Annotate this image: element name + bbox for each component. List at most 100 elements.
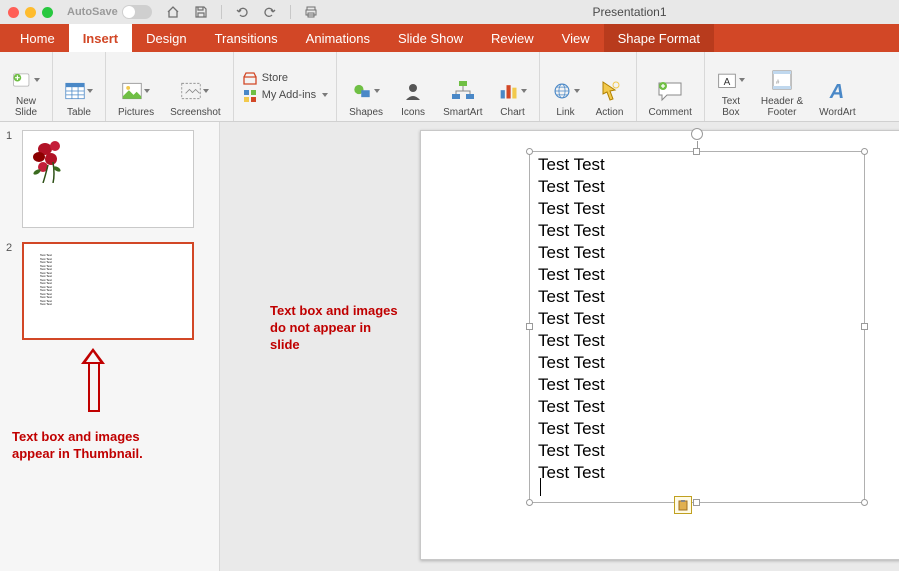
resize-handle-e[interactable] (861, 323, 868, 330)
wordart-label: WordArt (819, 107, 856, 118)
table-icon (65, 77, 93, 105)
text-line[interactable]: Test Test (538, 330, 856, 352)
smartart-button[interactable]: SmartArt (439, 54, 486, 120)
ribbon-group-links: Link Action (540, 52, 637, 121)
ribbon: NewSlide Table Pictures Screenshot Store… (0, 52, 899, 122)
chart-button[interactable]: Chart (495, 54, 531, 120)
tab-review[interactable]: Review (477, 24, 548, 52)
link-label: Link (556, 107, 574, 118)
wordart-icon: A (823, 77, 851, 105)
smartart-icon (449, 77, 477, 105)
text-line[interactable]: Test Test (538, 176, 856, 198)
workspace: 1 2 Test TestTest TestTest TestTest Test… (0, 122, 899, 571)
zoom-window-button[interactable] (42, 7, 53, 18)
paste-options-button[interactable] (674, 496, 692, 514)
selected-textbox[interactable]: Test Test Test Test Test Test Test Test … (529, 151, 865, 503)
comment-icon (656, 77, 684, 105)
text-line[interactable]: Test Test (538, 396, 856, 418)
textbox-button[interactable]: A TextBox (713, 54, 749, 120)
autosave-toggle[interactable]: AutoSave OFF (67, 5, 147, 19)
store-button[interactable]: Store (242, 71, 328, 85)
rotate-handle[interactable] (691, 128, 703, 140)
wordart-button[interactable]: A WordArt (815, 54, 860, 120)
action-icon (596, 77, 624, 105)
thumbnail-textbox-preview: Test TestTest TestTest TestTest TestTest… (24, 244, 192, 307)
shapes-button[interactable]: Shapes (345, 54, 387, 120)
tab-design[interactable]: Design (132, 24, 200, 52)
slide-canvas[interactable]: Test Test Test Test Test Test Test Test … (420, 130, 899, 560)
my-addins-label: My Add-ins (262, 89, 316, 101)
shapes-icon (352, 77, 380, 105)
tab-view[interactable]: View (548, 24, 604, 52)
minimize-window-button[interactable] (25, 7, 36, 18)
thumbnail-1[interactable]: 1 (6, 130, 213, 228)
chart-label: Chart (500, 107, 524, 118)
text-line[interactable]: Test Test (538, 308, 856, 330)
text-line[interactable]: Test Test (538, 242, 856, 264)
thumbnail-slide[interactable] (22, 130, 194, 228)
tab-transitions[interactable]: Transitions (201, 24, 292, 52)
store-icon (242, 71, 258, 85)
window-controls (8, 7, 53, 18)
text-line[interactable]: Test Test (538, 264, 856, 286)
ribbon-group-images: Pictures Screenshot (106, 52, 234, 121)
ribbon-group-slides: NewSlide (0, 52, 53, 121)
new-slide-label: NewSlide (15, 96, 37, 118)
tab-shape-format[interactable]: Shape Format (604, 24, 714, 52)
table-label: Table (67, 107, 91, 118)
textbox-icon: A (717, 66, 745, 94)
save-icon[interactable] (193, 4, 209, 20)
resize-handle-ne[interactable] (861, 148, 868, 155)
action-button[interactable]: Action (592, 54, 628, 120)
resize-handle-nw[interactable] (526, 148, 533, 155)
table-button[interactable]: Table (61, 54, 97, 120)
text-line[interactable]: Test Test (538, 198, 856, 220)
ribbon-group-comments: Comment (637, 52, 705, 121)
icons-label: Icons (401, 107, 425, 118)
icons-button[interactable]: Icons (395, 54, 431, 120)
text-line[interactable]: Test Test (538, 374, 856, 396)
screenshot-button[interactable]: Screenshot (166, 54, 225, 120)
new-slide-button[interactable]: NewSlide (8, 54, 44, 120)
thumbnail-slide[interactable]: Test TestTest TestTest TestTest TestTest… (22, 242, 194, 340)
slide-editor[interactable]: Text box and imagesdo not appear inslide… (220, 122, 899, 571)
new-slide-icon (12, 66, 40, 94)
tab-slideshow[interactable]: Slide Show (384, 24, 477, 52)
tab-animations[interactable]: Animations (292, 24, 384, 52)
home-icon[interactable] (165, 4, 181, 20)
thumbnail-2[interactable]: 2 Test TestTest TestTest TestTest TestTe… (6, 242, 213, 340)
clipboard-icon (677, 499, 689, 511)
tab-home[interactable]: Home (6, 24, 69, 52)
close-window-button[interactable] (8, 7, 19, 18)
resize-handle-w[interactable] (526, 323, 533, 330)
resize-handle-sw[interactable] (526, 499, 533, 506)
text-line[interactable]: Test Test (538, 286, 856, 308)
thumbnail-pane[interactable]: 1 2 Test TestTest TestTest TestTest Test… (0, 122, 220, 571)
text-line[interactable]: Test Test (538, 220, 856, 242)
pictures-button[interactable]: Pictures (114, 54, 158, 120)
text-cursor (540, 478, 541, 496)
chart-icon (499, 77, 527, 105)
header-footer-label: Header &Footer (761, 96, 803, 118)
autosave-switch[interactable] (122, 5, 152, 19)
svg-text:A: A (829, 81, 844, 102)
tab-insert[interactable]: Insert (69, 24, 132, 52)
smartart-label: SmartArt (443, 107, 482, 118)
comment-button[interactable]: Comment (645, 54, 696, 120)
link-button[interactable]: Link (548, 54, 584, 120)
resize-handle-s[interactable] (693, 499, 700, 506)
thumbnail-number: 1 (6, 130, 16, 228)
text-line[interactable]: Test Test (538, 352, 856, 374)
resize-handle-n[interactable] (693, 148, 700, 155)
qat-separator (221, 5, 222, 19)
ribbon-tabs: Home Insert Design Transitions Animation… (0, 24, 899, 52)
header-footer-button[interactable]: # Header &Footer (757, 54, 807, 120)
text-line[interactable]: Test Test (538, 440, 856, 462)
text-line[interactable]: Test Test (538, 154, 856, 176)
text-line[interactable]: Test Test (538, 418, 856, 440)
annotation-arrow-up (88, 362, 100, 412)
screenshot-label: Screenshot (170, 107, 221, 118)
resize-handle-se[interactable] (861, 499, 868, 506)
my-addins-button[interactable]: My Add-ins (242, 88, 328, 102)
text-line[interactable]: Test Test (538, 462, 856, 484)
